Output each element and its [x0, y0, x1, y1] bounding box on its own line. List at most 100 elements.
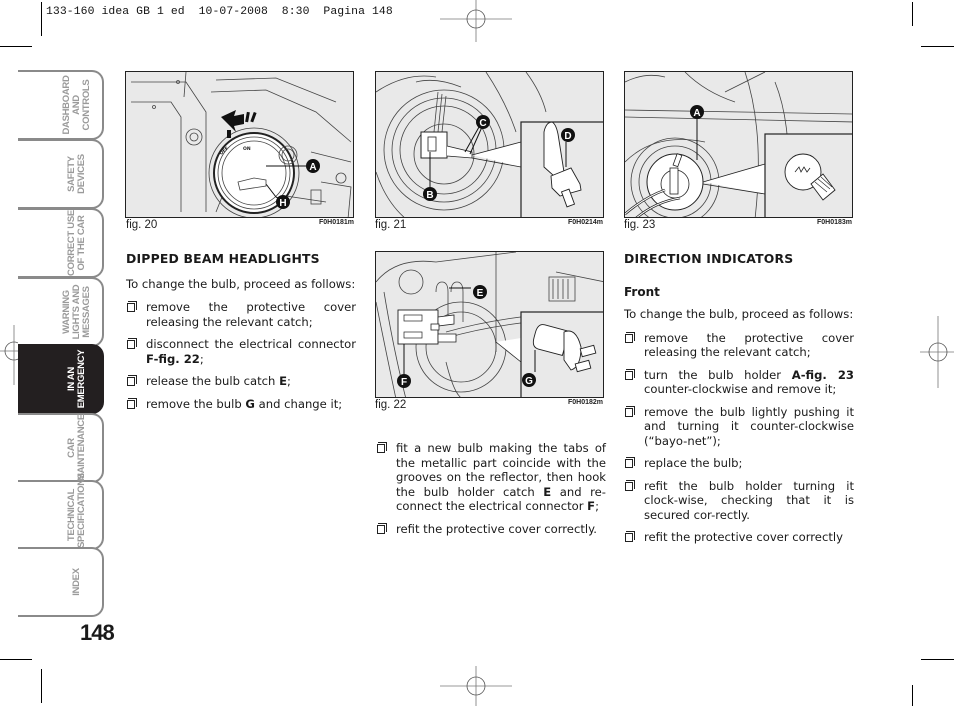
tab-label: DASHBOARD AND CONTROLS — [61, 75, 92, 135]
figure-23-code: F0H0183m — [817, 219, 853, 226]
step-item: remove the protective cover releasing th… — [624, 331, 854, 360]
tab-car-maintenance[interactable]: CAR MAINTENANCE — [18, 413, 104, 483]
svg-text:B: B — [426, 190, 433, 201]
tab-label: WARNING LIGHTS AND MESSAGES — [61, 284, 92, 340]
dipped-beam-section: DIPPED BEAM HEADLIGHTS To change the bul… — [126, 251, 356, 419]
step-ref: G — [245, 396, 255, 411]
step-item: fit a new bulb making the tabs of the me… — [376, 441, 606, 514]
step-item: refit the protective cover correctly. — [376, 522, 606, 537]
checkbox-bullet-icon — [127, 338, 137, 349]
callout-d: D — [561, 128, 575, 142]
figure-23-illustration: A — [624, 71, 853, 218]
svg-text:F: F — [401, 377, 407, 388]
tab-safety-devices[interactable]: SAFETY DEVICES — [18, 139, 104, 209]
checkbox-bullet-icon — [625, 368, 635, 380]
step-text: turn the bulb holder — [644, 367, 792, 382]
figure-20-caption: fig. 20 — [126, 219, 158, 231]
step-text: ; — [595, 499, 599, 513]
tab-label: TECHNICAL SPECIFICATIONS — [66, 473, 87, 548]
tab-label: SAFETY DEVICES — [66, 154, 87, 194]
svg-text:D: D — [564, 131, 571, 142]
crop-mark — [41, 2, 42, 36]
step-ref: F-fig. 22 — [146, 351, 200, 366]
dial-label-on: ON — [243, 146, 251, 152]
checkbox-bullet-icon — [625, 331, 635, 343]
tab-correct-use-of-the-car[interactable]: CORRECT USE OF THE CAR — [18, 208, 104, 278]
checkbox-bullet-icon — [127, 301, 137, 312]
step-item: remove the bulb G and change it; — [126, 397, 356, 412]
figure-21-illustration: B C D — [375, 71, 604, 218]
tab-dashboard-and-controls[interactable]: DASHBOARD AND CONTROLS — [18, 70, 104, 140]
checkbox-bullet-icon — [127, 397, 137, 409]
registration-mark-top — [440, 0, 512, 42]
svg-text:C: C — [479, 118, 486, 129]
crop-mark — [912, 2, 913, 26]
svg-text:A: A — [309, 162, 316, 173]
callout-h: H — [276, 195, 290, 209]
tab-label: INDEX — [71, 568, 82, 596]
step-text: remove the protective cover releasing th… — [644, 330, 854, 360]
step-text: refit the protective cover correctly — [644, 530, 843, 544]
crop-mark — [0, 46, 32, 47]
tab-label: CAR MAINTENANCE — [66, 414, 87, 481]
tab-in-an-emergency[interactable]: IN AN EMERGENCY — [18, 344, 104, 414]
step-ref: E — [543, 484, 552, 499]
checkbox-bullet-icon — [625, 531, 635, 542]
step-text: remove the protective cover releasing th… — [146, 300, 356, 329]
tab-warning-lights-and-messages[interactable]: WARNING LIGHTS AND MESSAGES — [18, 277, 104, 347]
step-item: remove the bulb lightly pushing it and t… — [624, 405, 854, 449]
crop-mark — [0, 659, 32, 660]
intro-text: To change the bulb, proceed as follows: — [126, 276, 356, 291]
svg-text:A: A — [693, 108, 700, 119]
registration-mark-bottom — [440, 666, 512, 706]
step-item: turn the bulb holder A-fig. 23 counter-c… — [624, 368, 854, 397]
step-text: ; — [199, 351, 204, 366]
checkbox-bullet-icon — [377, 442, 387, 453]
figure-20-code: F0H0181m — [319, 219, 355, 226]
step-text: remove the bulb lightly pushing it and t… — [644, 404, 854, 448]
tab-index[interactable]: INDEX — [18, 547, 104, 617]
checkbox-bullet-icon — [625, 405, 635, 417]
section-heading: DIRECTION INDICATORS — [624, 251, 794, 266]
figure-23-caption: fig. 23 — [624, 219, 656, 231]
step-text: refit the protective cover correctly. — [396, 521, 597, 536]
direction-indicators-section: DIRECTION INDICATORS Front To change the… — [624, 251, 854, 553]
crop-mark — [912, 685, 913, 706]
checkbox-bullet-icon — [377, 522, 387, 534]
callout-f: F — [397, 374, 411, 388]
figure-21-caption: fig. 21 — [375, 219, 407, 231]
step-text: ; — [287, 374, 291, 388]
step-text: disconnect the electrical connector — [146, 337, 356, 351]
step-text: remove the bulb — [146, 396, 246, 411]
steps-list: fit a new bulb making the tabs of the me… — [376, 441, 606, 536]
figure-22-code: F0H0182m — [568, 399, 604, 406]
tab-technical-specifications[interactable]: TECHNICAL SPECIFICATIONS — [18, 473, 104, 550]
crop-mark — [41, 669, 42, 703]
dipped-beam-continued: fit a new bulb making the tabs of the me… — [376, 441, 606, 544]
registration-mark-right — [920, 316, 954, 388]
steps-list: remove the protective cover releasing th… — [126, 300, 356, 411]
svg-text:E: E — [477, 288, 484, 299]
callout-c: C — [476, 115, 490, 129]
step-ref: E — [279, 374, 288, 388]
figure-22-illustration: E F G — [375, 251, 604, 398]
tab-label: IN AN EMERGENCY — [66, 349, 87, 409]
step-item: refit the bulb holder turning it clock-w… — [624, 479, 854, 523]
step-item: refit the protective cover correctly — [624, 530, 854, 545]
svg-text:H: H — [279, 198, 286, 209]
step-ref: A-fig. 23 — [791, 367, 854, 382]
figure-20-illustration: OFF ON A H — [125, 71, 354, 218]
step-text: replace the bulb; — [644, 456, 743, 470]
checkbox-bullet-icon — [127, 375, 137, 386]
callout-a: A — [306, 159, 320, 173]
figure-21-code: F0H0214m — [568, 219, 604, 226]
subsection-heading: Front — [624, 284, 660, 299]
tab-label: CORRECT USE OF THE CAR — [66, 210, 87, 276]
step-item: release the bulb catch E; — [126, 374, 356, 389]
callout-e: E — [473, 285, 487, 299]
callout-a: A — [690, 105, 704, 119]
section-heading: DIPPED BEAM HEADLIGHTS — [126, 251, 320, 266]
checkbox-bullet-icon — [625, 479, 635, 491]
step-text: refit the bulb holder turning it clock-w… — [644, 478, 854, 522]
step-text: and change it; — [254, 396, 343, 411]
